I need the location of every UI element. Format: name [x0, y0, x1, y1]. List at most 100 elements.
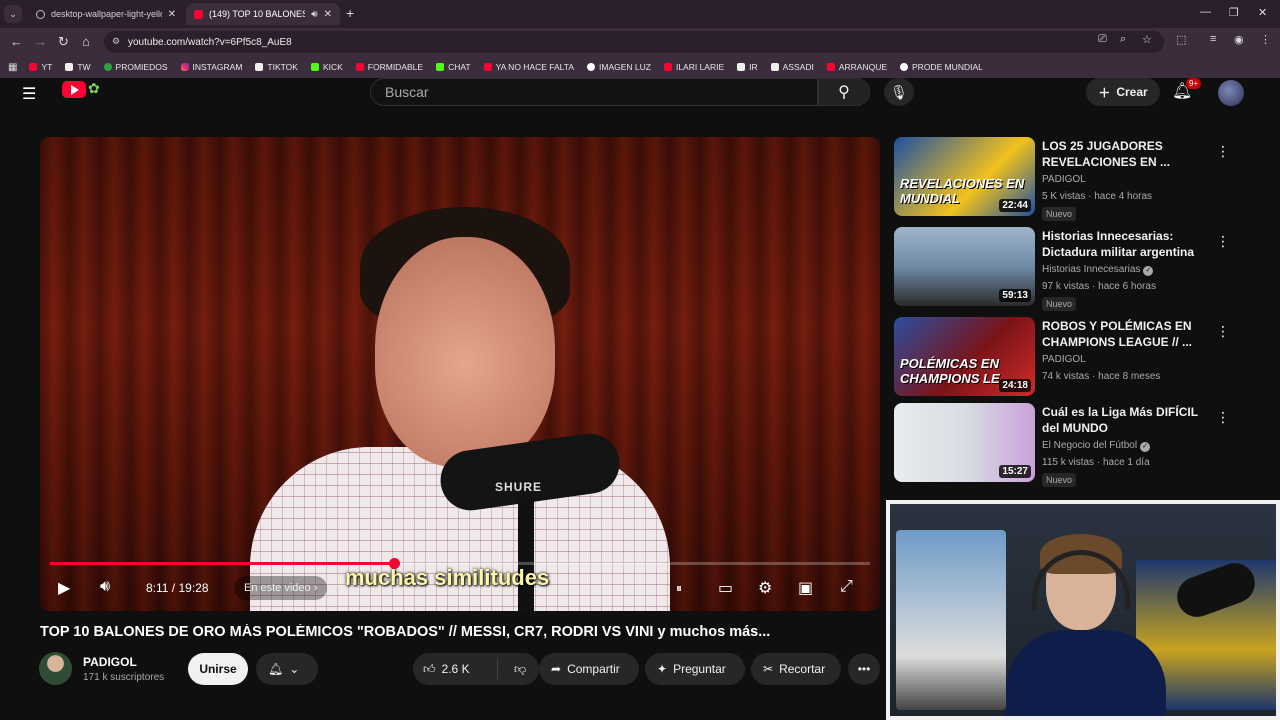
recommended-video[interactable]: POLÉMICAS EN CHAMPIONS LE 24:18 ROBOS Y …: [894, 317, 1234, 397]
channel-name[interactable]: PADIGOL: [83, 655, 137, 669]
minimize-icon[interactable]: —: [1200, 6, 1211, 18]
search-input[interactable]: Buscar: [370, 78, 818, 106]
restore-icon[interactable]: ❐: [1229, 6, 1239, 19]
recommended-title[interactable]: Historias Innecesarias: Dictadura milita…: [1042, 228, 1212, 260]
youtube-logo[interactable]: [62, 81, 86, 98]
more-vertical-icon[interactable]: ⋮: [1216, 409, 1230, 426]
youtube-doodle-logo[interactable]: ✿: [88, 80, 138, 100]
tab-search-icon[interactable]: ⌄: [4, 5, 22, 23]
video-thumbnail[interactable]: REVELACIONES EN MUNDIAL 22:44: [894, 137, 1035, 216]
back-icon[interactable]: ←: [10, 34, 23, 49]
recommended-title[interactable]: LOS 25 JUGADORES REVELACIONES EN ...: [1042, 138, 1212, 170]
bookmark-chat[interactable]: CHAT: [436, 62, 471, 72]
like-button[interactable]: 👍︎ 2.6 K: [413, 662, 491, 677]
join-button[interactable]: Unirse: [188, 653, 248, 685]
bookmark-instagram[interactable]: INSTAGRAM: [180, 62, 242, 72]
bookmark-arranque[interactable]: ARRANQUE: [826, 62, 887, 72]
settings-gear-icon[interactable]: ⚙: [758, 578, 772, 598]
close-window-icon[interactable]: ✕: [1258, 6, 1267, 19]
site-info-icon[interactable]: ⚙: [112, 36, 120, 47]
home-icon[interactable]: ⌂: [82, 34, 90, 49]
like-count: 2.6 K: [441, 662, 470, 676]
bookmark-promiedos[interactable]: PROMIEDOS: [103, 62, 168, 72]
time-display: 8:11 / 19:28: [146, 581, 209, 595]
bookmark-ilari-larie[interactable]: ILARI LARIE: [663, 62, 724, 72]
media-icon[interactable]: ≡: [1210, 33, 1216, 45]
forward-icon[interactable]: →: [34, 34, 47, 49]
close-tab-icon[interactable]: ✕: [324, 9, 332, 20]
video-player[interactable]: SHURE muchas similitudes ▶ 🔊︎ 8:11 / 19:…: [40, 137, 880, 611]
extensions-icon[interactable]: ⬚: [1176, 33, 1186, 46]
chevron-down-icon: ⌄: [289, 662, 300, 676]
bookmark-tw[interactable]: TW: [65, 62, 91, 72]
bookmark-star-icon[interactable]: ☆: [1142, 33, 1152, 46]
chapters-button[interactable]: En este video ›: [234, 576, 328, 600]
voice-search-button[interactable]: 🎙︎: [884, 78, 914, 106]
create-button[interactable]: ＋ Crear: [1086, 78, 1160, 106]
dislike-button[interactable]: 👎︎: [504, 662, 526, 677]
fullscreen-icon[interactable]: ⤢: [840, 578, 853, 596]
channel-avatar[interactable]: [39, 652, 72, 685]
new-tab-icon[interactable]: +: [346, 5, 354, 21]
bookmarks-bar: ▦ YT TW PROMIEDOS INSTAGRAM TIKTOK KICK …: [0, 56, 1280, 78]
play-icon[interactable]: ▶: [58, 578, 70, 598]
bookmark-yt[interactable]: YT: [29, 62, 52, 72]
browser-tab-wallpaper[interactable]: desktop-wallpaper-light-yellow ✕: [28, 3, 184, 25]
address-toolbar: ← → ↻ ⌂ ⚙ youtube.com/watch?v=6Pf5c8_AuE…: [0, 28, 1280, 56]
more-horizontal-icon: •••: [857, 662, 871, 676]
account-avatar[interactable]: [1218, 80, 1244, 106]
address-bar[interactable]: ⚙ youtube.com/watch?v=6Pf5c8_AuE8: [104, 31, 1164, 53]
more-vertical-icon[interactable]: ⋮: [1216, 233, 1230, 250]
recommended-title[interactable]: ROBOS Y POLÉMICAS EN CHAMPIONS LEAGUE //…: [1042, 318, 1212, 350]
bookmark-prode-mundial[interactable]: PRODE MUNDIAL: [900, 62, 983, 72]
menu-kebab-icon[interactable]: ⋮: [1260, 33, 1271, 46]
bookmark-tiktok[interactable]: TIKTOK: [255, 62, 298, 72]
recommended-video[interactable]: REVELACIONES EN MUNDIAL 22:44 LOS 25 JUG…: [894, 137, 1234, 221]
profile-icon[interactable]: ◉: [1234, 33, 1244, 46]
bookmark-label: ASSADI: [782, 62, 814, 72]
subscription-bell-button[interactable]: 🔔︎ ⌄: [256, 653, 318, 685]
bookmark-ir[interactable]: IR: [737, 62, 758, 72]
browser-tab-youtube[interactable]: (149) TOP 10 BALONES DE 🔊︎ ✕: [186, 3, 340, 25]
video-thumbnail[interactable]: POLÉMICAS EN CHAMPIONS LE 24:18: [894, 317, 1035, 396]
more-actions-button[interactable]: •••: [848, 653, 880, 685]
recommended-channel[interactable]: El Negocio del Fútbol ✓: [1042, 440, 1151, 452]
apps-grid-icon[interactable]: ▦: [8, 62, 17, 73]
subscriber-count: 171 k suscriptores: [83, 672, 165, 683]
bookmark-formidable[interactable]: FORMIDABLE: [355, 62, 423, 72]
zoom-icon[interactable]: ⌕: [1120, 33, 1126, 46]
autoplay-toggle-icon[interactable]: ⏸: [676, 581, 682, 596]
recommended-channel[interactable]: PADIGOL: [1042, 174, 1086, 185]
more-vertical-icon[interactable]: ⋮: [1216, 143, 1230, 160]
reload-icon[interactable]: ↻: [58, 34, 69, 50]
close-tab-icon[interactable]: ✕: [168, 9, 176, 20]
youtube-icon: [483, 63, 492, 71]
recommended-channel[interactable]: Historias Innecesarias ✓: [1042, 264, 1154, 276]
recommended-video[interactable]: 59:13 Historias Innecesarias: Dictadura …: [894, 227, 1234, 311]
share-button[interactable]: ➦ Compartir: [539, 653, 639, 685]
video-thumbnail[interactable]: 59:13: [894, 227, 1035, 306]
cast-icon[interactable]: ⎚: [1098, 33, 1107, 46]
video-thumbnail[interactable]: 15:27: [894, 403, 1035, 482]
speaker-icon[interactable]: 🔊︎: [311, 9, 317, 20]
ask-button[interactable]: ✦ Preguntar: [645, 653, 745, 685]
bookmark-kick[interactable]: KICK: [310, 62, 343, 72]
tiktok-icon: [255, 63, 264, 71]
volume-icon[interactable]: 🔊︎: [100, 578, 110, 596]
x-icon: [770, 63, 779, 71]
hamburger-menu-icon[interactable]: ☰: [22, 84, 36, 104]
subtitles-icon[interactable]: ▭: [718, 578, 733, 598]
recommended-channel[interactable]: PADIGOL: [1042, 354, 1086, 365]
more-vertical-icon[interactable]: ⋮: [1216, 323, 1230, 340]
recommended-video[interactable]: 15:27 Cuál es la Liga Más DIFÍCIL del MU…: [894, 403, 1234, 487]
video-duration: 59:13: [999, 289, 1031, 302]
bookmark-imagen-luz[interactable]: IMAGEN LUZ: [587, 62, 651, 72]
plus-icon: ＋: [1098, 85, 1111, 100]
recommended-title[interactable]: Cuál es la Liga Más DIFÍCIL del MUNDO: [1042, 404, 1212, 436]
clip-button[interactable]: ✂ Recortar: [751, 653, 841, 685]
bookmark-assadi[interactable]: ASSADI: [770, 62, 814, 72]
search-button[interactable]: ⚲: [818, 78, 870, 106]
browser-tab-strip: ⌄ desktop-wallpaper-light-yellow ✕ (149)…: [0, 0, 1280, 28]
theater-mode-icon[interactable]: ▣: [798, 578, 813, 598]
bookmark-ya-no-hace-falta[interactable]: YA NO HACE FALTA: [483, 62, 574, 72]
